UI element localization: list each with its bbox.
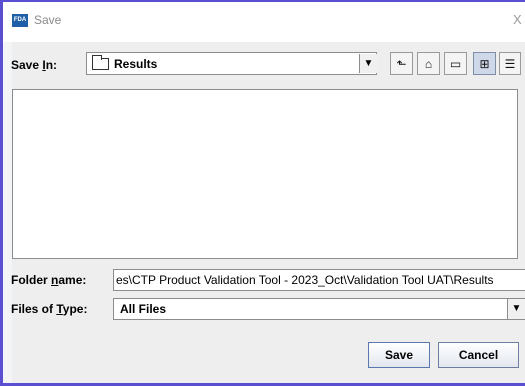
save-in-combobox[interactable]: Results ▼ <box>86 52 377 75</box>
new-folder-button[interactable]: ▭ <box>444 52 467 75</box>
files-of-type-combobox[interactable]: All Files ▼ <box>113 298 525 320</box>
list-view-icon: ⊞ <box>479 56 490 71</box>
folder-icon <box>92 55 109 70</box>
files-of-type-label: Files of Type: <box>11 302 88 316</box>
close-icon[interactable]: X <box>513 12 522 27</box>
cancel-button[interactable]: Cancel <box>438 342 519 368</box>
files-of-type-value: All Files <box>120 302 167 316</box>
window-title: Save <box>34 13 62 27</box>
home-button[interactable]: ⌂ <box>417 52 440 75</box>
save-in-value: Results <box>114 57 158 71</box>
new-folder-icon: ▭ <box>449 56 462 71</box>
details-view-icon: ☰ <box>504 56 516 71</box>
save-button[interactable]: Save <box>368 342 430 368</box>
home-icon: ⌂ <box>424 56 433 71</box>
left-edge-strip <box>3 42 12 383</box>
details-view-button[interactable]: ☰ <box>499 52 521 75</box>
list-view-button[interactable]: ⊞ <box>473 52 496 75</box>
chevron-down-icon[interactable]: ▼ <box>507 299 525 319</box>
save-in-label: Save In: <box>11 58 58 72</box>
fda-logo-icon: FDA <box>12 14 28 27</box>
chevron-down-icon[interactable]: ▼ <box>359 54 377 73</box>
save-dialog-body: Save In: Results ▼ ⬑ ⌂ ▭ ⊞ ☰ Folder name… <box>3 42 525 383</box>
title-bar[interactable]: FDA Save X <box>3 2 525 42</box>
folder-name-label: Folder name: <box>11 273 87 287</box>
up-one-level-icon: ⬑ <box>396 56 407 71</box>
file-list-pane[interactable] <box>12 89 518 259</box>
folder-name-input[interactable]: es\CTP Product Validation Tool - 2023_Oc… <box>113 269 525 291</box>
up-one-level-button[interactable]: ⬑ <box>390 52 413 75</box>
